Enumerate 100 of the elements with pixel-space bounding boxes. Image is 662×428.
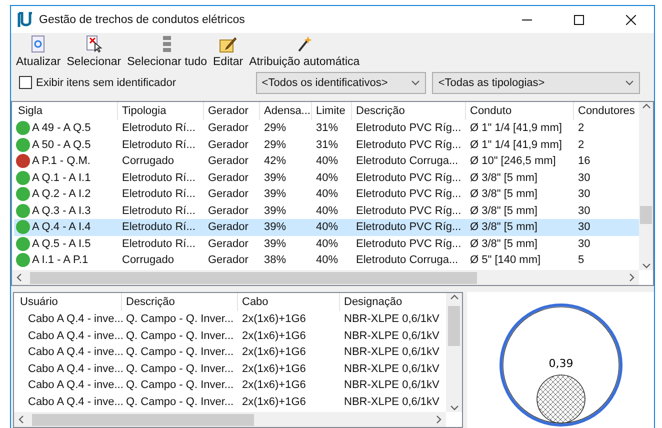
table-row[interactable]: Cabo A Q.4 - inve... Q. Campo - Q. Inver... 2x(1x6)+1G6 NBR-XLPE 0,6/1kV: [16, 311, 446, 328]
table-row[interactable]: A Q.1 - A I.1 Eletroduto Rí... Gerador 39% 40% Eletroduto PVC Ríg... Ø 3/8" [5 mm] 30: [14, 170, 639, 186]
table-row[interactable]: Cabo A Q.4 - inve... Q. Campo - Q. Inver... 2x(1x6)+1G6 NBR-XLPE 0,6/1kV: [16, 344, 446, 361]
table-row[interactable]: A Q.2 - A I.2 Eletroduto Rí... Gerador 39% 40% Eletroduto PVC Ríg... Ø 3/8" [5 mm] 30: [14, 186, 639, 203]
table-cell: A Q.4 - A I.4: [14, 220, 118, 234]
table-cell-text: Eletroduto PVC Ríg...: [355, 138, 462, 152]
table-cell: A Q.2 - A I.2: [14, 187, 118, 202]
scrollbar-thumb[interactable]: [640, 206, 652, 224]
toolbar-button[interactable]: Selecionar: [64, 35, 124, 68]
scroll-down-icon[interactable]: [450, 403, 458, 412]
table-row[interactable]: A Q.3 - A I.3 Eletroduto Rí... Gerador 39% 40% Eletroduto PVC Ríg... Ø 3/8" [5 mm] 30: [14, 202, 639, 220]
table-cell-text: Eletroduto Rí...: [121, 187, 196, 202]
table-cell-text: 40%: [315, 170, 340, 185]
column-header[interactable]: Usuário: [16, 293, 122, 312]
column-header[interactable]: Limite: [312, 102, 352, 120]
table-cell-text: Eletroduto PVC Ríg...: [355, 204, 462, 218]
table-cell-text: Ø 3/8" [5 mm]: [469, 220, 538, 234]
table-cell: A 50 - A Q.5: [14, 138, 118, 152]
cursor-icon: [84, 35, 103, 54]
table-row[interactable]: A Q.4 - A I.4 Eletroduto Rí... Gerador 39% 40% Eletroduto PVC Ríg... Ø 3/8" [5 mm] 30: [14, 219, 639, 236]
vertical-scrollbar[interactable]: [446, 293, 462, 412]
table-cell-text: Q. Campo - Q. Inver...: [125, 378, 235, 392]
scrollbar-thumb[interactable]: [30, 272, 477, 284]
horizontal-scrollbar[interactable]: [12, 270, 639, 286]
column-header[interactable]: Conduto: [466, 102, 574, 120]
column-header[interactable]: Descrição: [122, 293, 238, 312]
table-cell-text: 2x(1x6)+1G6: [241, 345, 307, 360]
table-cell-text: Gerador: [207, 220, 250, 234]
column-header[interactable]: Adensa...: [260, 102, 312, 120]
table-row[interactable]: Cabo A Q.4 - inve... Q. Campo - Q. Inver... 2x(1x6)+1G6 NBR-XLPE 0,6/1kV: [16, 360, 446, 378]
toolbar-button[interactable]: Atribuição automática: [246, 35, 363, 68]
scroll-left-icon[interactable]: [15, 273, 24, 282]
toolbar-button[interactable]: Selecionar tudo: [124, 35, 210, 68]
table-cell: A 49 - A Q.5: [14, 121, 118, 136]
column-header[interactable]: Descrição: [352, 102, 466, 120]
table-row[interactable]: A Q.5 - A I.5 Eletroduto Rí... Gerador 39% 40% Eletroduto PVC Ríg... Ø 3/8" [5 mm] 30: [14, 236, 639, 252]
table-cell-text: 2x(1x6)+1G6: [241, 328, 307, 343]
show-unidentified-checkbox[interactable]: Exibir itens sem identificador: [19, 76, 256, 90]
table-cell-text: NBR-XLPE 0,6/1kV: [343, 328, 440, 343]
table-cell-text: Ø 3/8" [5 mm]: [469, 187, 538, 202]
column-header[interactable]: Cabo: [238, 293, 340, 312]
identifier-dropdown[interactable]: <Todos os identificativos>: [256, 72, 426, 94]
table-cell-text: Q. Campo - Q. Inver...: [125, 345, 235, 360]
scroll-down-icon[interactable]: [642, 261, 650, 270]
table-row[interactable]: Cabo A Q.4 - inve... Q. Campo - Q. Inver... 2x(1x6)+1G6 NBR-XLPE 0,6/1kV: [16, 394, 446, 410]
table-row[interactable]: A 50 - A Q.5 Eletroduto Rí... Gerador 29% 31% Eletroduto PVC Ríg... Ø 1" 1/4 [41,9 mm] 2: [14, 136, 639, 154]
horizontal-scrollbar[interactable]: [14, 412, 446, 428]
table-cell-text: 30: [577, 220, 592, 234]
column-header[interactable]: Sigla: [14, 102, 118, 120]
table-cell-text: 40%: [315, 204, 340, 218]
toolbar-button[interactable]: Editar: [210, 35, 246, 68]
table-cell-text: 2x(1x6)+1G6: [241, 312, 307, 326]
window-title: Gestão de trechos de condutos elétricos: [39, 14, 246, 26]
table-cell-text: NBR-XLPE 0,6/1kV: [343, 312, 440, 326]
toolbar-button[interactable]: Atualizar: [13, 35, 64, 68]
scrollbar-thumb[interactable]: [448, 306, 460, 346]
table-cell-text: 40%: [315, 187, 340, 202]
table-row[interactable]: A 49 - A Q.5 Eletroduto Rí... Gerador 29% 31% Eletroduto PVC Ríg... Ø 1" 1/4 [41,9 mm] 2: [14, 120, 639, 137]
table-cell-text: Gerador: [207, 236, 250, 251]
table-cell-text: Corrugado: [121, 154, 175, 168]
table-cell-text: 5: [577, 253, 586, 268]
table-cell-text: 40%: [315, 253, 340, 268]
scroll-right-icon[interactable]: [627, 273, 636, 282]
table-cell-text: Q. Campo - Q. Inver...: [125, 394, 235, 409]
table-cell-text: NBR-XLPE 0,6/1kV: [343, 345, 440, 360]
table-cell-text: 40%: [315, 236, 340, 251]
table-row[interactable]: A P.1 - Q.M. Corrugado Gerador 42% 40% Eletroduto Corruga... Ø 10" [246,5 mm] 16: [14, 153, 639, 170]
table-cell-text: Eletroduto Corruga...: [355, 154, 460, 168]
column-header[interactable]: Tipologia: [118, 102, 204, 120]
table-row[interactable]: A I.1 - A P.1 Corrugado Gerador 38% 40% Eletroduto Corruga... Ø 5" [140 mm] 5: [14, 252, 639, 269]
table-cell-text: 2x(1x6)+1G6: [241, 362, 307, 376]
table-cell-text: Cabo A Q.4 - inve...: [27, 394, 122, 409]
maximize-icon: [574, 14, 584, 24]
table-cell-text: 30: [577, 204, 592, 218]
table-row[interactable]: Cabo A Q.4 - inve... Q. Campo - Q. Inver... 2x(1x6)+1G6 NBR-XLPE 0,6/1kV: [16, 328, 446, 344]
table-cell-text: 30: [577, 187, 592, 202]
scroll-right-icon[interactable]: [434, 415, 443, 424]
vertical-scrollbar[interactable]: [639, 102, 653, 270]
table-cell-text: 39%: [263, 236, 288, 251]
refresh-icon: [30, 35, 46, 54]
close-icon: [626, 14, 636, 24]
table-cell-text: Corrugado: [121, 253, 175, 268]
scroll-left-icon[interactable]: [17, 415, 26, 424]
table-cell-text: Cabo A Q.4 - inve...: [27, 328, 122, 343]
table-cell-text: 30: [577, 170, 592, 185]
scrollbar-thumb[interactable]: [32, 414, 254, 426]
chevron-down-icon[interactable]: [625, 78, 634, 88]
table-cell-text: Q. Campo - Q. Inver...: [125, 328, 235, 343]
table-cell-text: Eletroduto Rí...: [121, 170, 196, 185]
table-cell-text: 2: [577, 138, 586, 152]
table-row[interactable]: Cabo A Q.4 - inve... Q. Campo - Q. Inver... 2x(1x6)+1G6 NBR-XLPE 0,6/1kV: [16, 377, 446, 394]
typology-dropdown[interactable]: <Todas as tipologias>: [432, 72, 640, 94]
column-header[interactable]: Gerador: [204, 102, 260, 120]
pencil-icon: [219, 35, 238, 54]
table-cell-text: 40%: [315, 154, 340, 168]
table-cell-text: 42%: [263, 154, 288, 168]
chevron-down-icon[interactable]: [411, 78, 420, 88]
table-cell-text: Q. Campo - Q. Inver...: [125, 312, 235, 326]
table-cell-text: Ø 3/8" [5 mm]: [469, 170, 538, 185]
table-cell-text: 2x(1x6)+1G6: [241, 394, 307, 409]
